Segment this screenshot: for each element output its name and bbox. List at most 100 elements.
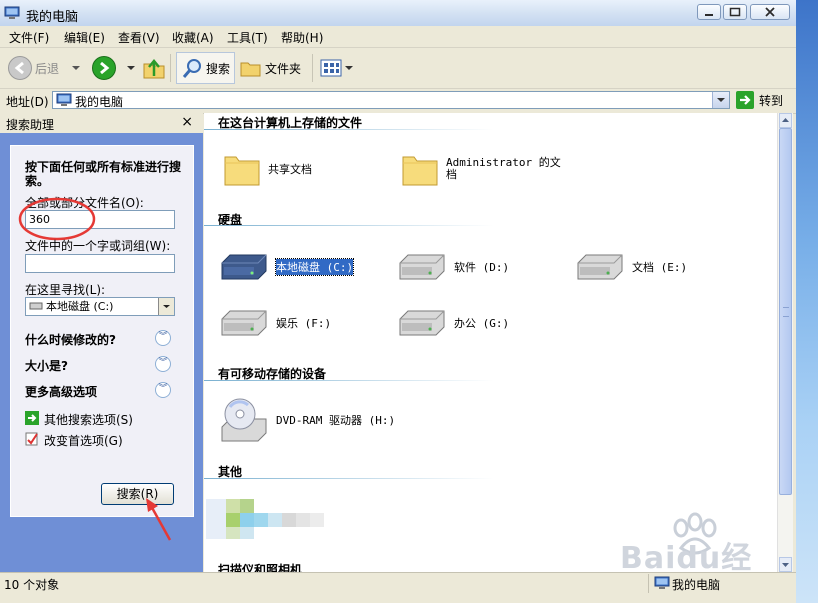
hard-drive-icon [399, 310, 445, 336]
item-label: Administrator 的文档 [446, 156, 561, 181]
address-label: 地址(D) [6, 95, 49, 109]
search-prompt: 按下面任何或所有标准进行搜索。 [25, 160, 182, 188]
vertical-scrollbar[interactable] [777, 113, 793, 572]
back-label: 后退 [35, 61, 60, 76]
search-assistant-pane: 搜索助理 × 按下面任何或所有标准进行搜索。 全部或部分文件名(O): 360 … [0, 113, 203, 572]
word-input[interactable] [25, 254, 175, 273]
menu-edit[interactable]: 编辑(E) [64, 29, 105, 46]
forward-button[interactable] [92, 52, 138, 84]
search-icon [182, 59, 201, 78]
address-field[interactable]: 我的电脑 [52, 91, 730, 109]
forward-arrow-icon [92, 56, 116, 80]
lookin-label: 在这里寻找(L): [25, 283, 106, 297]
minimize-button[interactable] [697, 4, 721, 20]
pane-close-button[interactable]: × [181, 114, 193, 130]
close-button[interactable] [750, 4, 790, 20]
drive-item-d[interactable]: 软件 (D:) [396, 251, 509, 283]
go-button[interactable]: 转到 [736, 91, 783, 109]
folder-item-admin-docs[interactable]: Administrator 的文档 [400, 149, 561, 189]
toolbar: 后退 搜索 文件夹 [0, 48, 796, 89]
search-pane-title: 搜索助理 [6, 118, 55, 132]
watermark-text: Baidu经验 [620, 541, 753, 572]
folder-item-shared[interactable]: 共享文档 [222, 149, 312, 189]
chevron-down-icon[interactable]: ︾ [155, 356, 171, 372]
preferences-icon [25, 432, 38, 446]
drive-item-g[interactable]: 办公 (G:) [396, 307, 509, 339]
chevron-down-icon [345, 66, 353, 70]
item-label: DVD-RAM 驱动器 (H:) [276, 414, 396, 427]
chevron-down-icon [72, 66, 81, 70]
chevron-down-icon [127, 66, 135, 70]
blurred-item [206, 499, 324, 539]
folder-icon [240, 62, 261, 77]
menu-help[interactable]: 帮助(H) [281, 29, 323, 46]
folders-button[interactable]: 文件夹 [240, 52, 301, 84]
my-computer-icon [4, 6, 20, 19]
search-pane-header: 搜索助理 × [0, 113, 203, 133]
folders-label: 文件夹 [265, 61, 302, 76]
item-label: 软件 (D:) [454, 261, 510, 274]
scroll-down-arrow[interactable] [779, 557, 792, 572]
address-value: 我的电脑 [75, 95, 124, 109]
search-form: 按下面任何或所有标准进行搜索。 全部或部分文件名(O): 360 文件中的一个字… [10, 145, 194, 517]
hard-drive-icon [399, 254, 445, 280]
search-label: 搜索 [206, 61, 231, 76]
address-dropdown[interactable] [712, 92, 729, 108]
when-modified-label[interactable]: 什么时候修改的? [25, 331, 116, 348]
drive-icon [29, 302, 43, 310]
menu-file[interactable]: 文件(F) [9, 29, 49, 46]
item-label: 办公 (G:) [454, 317, 510, 330]
change-preferences-link[interactable]: 改变首选项(G) [44, 432, 123, 449]
chevron-down-icon[interactable]: ︾ [155, 382, 171, 398]
status-location: 我的电脑 [672, 578, 721, 592]
annotation-circle [18, 197, 96, 241]
folder-icon [224, 156, 260, 186]
content-area: 在这台计算机上存储的文件 共享文档 Administrator 的文档 硬盘 本… [204, 113, 777, 572]
menu-view[interactable]: 查看(V) [118, 29, 160, 46]
go-label: 转到 [759, 93, 784, 108]
dvd-drive-item[interactable]: DVD-RAM 驱动器 (H:) [218, 397, 395, 443]
maximize-button[interactable] [723, 4, 747, 20]
back-arrow-icon [8, 56, 32, 80]
chevron-down-icon [717, 98, 725, 102]
status-bar: 10 个对象 我的电脑 [0, 572, 796, 595]
item-label: 共享文档 [268, 163, 312, 176]
annotation-arrow [146, 498, 172, 541]
word-label: 文件中的一个字或词组(W): [25, 239, 171, 253]
go-arrow-icon [736, 91, 754, 109]
drive-item-c[interactable]: 本地磁盘 (C:) [218, 251, 355, 283]
lookin-dropdown[interactable] [158, 298, 174, 315]
item-label: 文档 (E:) [632, 261, 688, 274]
size-label[interactable]: 大小是? [25, 357, 68, 374]
other-search-options-link[interactable]: 其他搜索选项(S) [44, 411, 133, 428]
lookin-select[interactable]: 本地磁盘 (C:) [25, 297, 175, 316]
title-bar: 我的电脑 [0, 0, 796, 27]
scroll-grip [783, 307, 789, 317]
menu-favorites[interactable]: 收藏(A) [172, 29, 214, 46]
views-button[interactable] [320, 52, 354, 84]
item-label: 本地磁盘 (C:) [274, 258, 355, 276]
hard-drive-icon [577, 254, 623, 280]
close-icon [765, 7, 775, 17]
drive-item-f[interactable]: 娱乐 (F:) [218, 307, 331, 339]
scroll-thumb[interactable] [779, 128, 792, 495]
item-label: 娱乐 (F:) [276, 317, 332, 330]
back-button[interactable]: 后退 [8, 52, 83, 84]
scroll-up-arrow[interactable] [779, 113, 792, 128]
explorer-window: 我的电脑 文件(F) 编辑(E) 查看(V) 收藏(A) 工具(T) 帮助(H) [0, 0, 796, 603]
chevron-up-icon [782, 118, 789, 122]
arrow-right-icon [25, 411, 39, 425]
advanced-options-label[interactable]: 更多高级选项 [25, 383, 97, 400]
views-icon [320, 59, 342, 77]
lookin-value: 本地磁盘 (C:) [46, 300, 114, 313]
folder-icon [402, 156, 438, 186]
drive-item-e[interactable]: 文档 (E:) [574, 251, 687, 283]
chevron-down-icon[interactable]: ︾ [155, 330, 171, 346]
address-bar: 地址(D) 我的电脑 转到 [0, 89, 796, 114]
window-title: 我的电脑 [26, 10, 79, 25]
up-folder-icon[interactable] [142, 56, 166, 80]
search-button[interactable]: 搜索 [176, 52, 236, 84]
maximize-icon [729, 7, 741, 17]
menu-tools[interactable]: 工具(T) [227, 29, 268, 46]
chevron-down-icon [782, 563, 789, 567]
